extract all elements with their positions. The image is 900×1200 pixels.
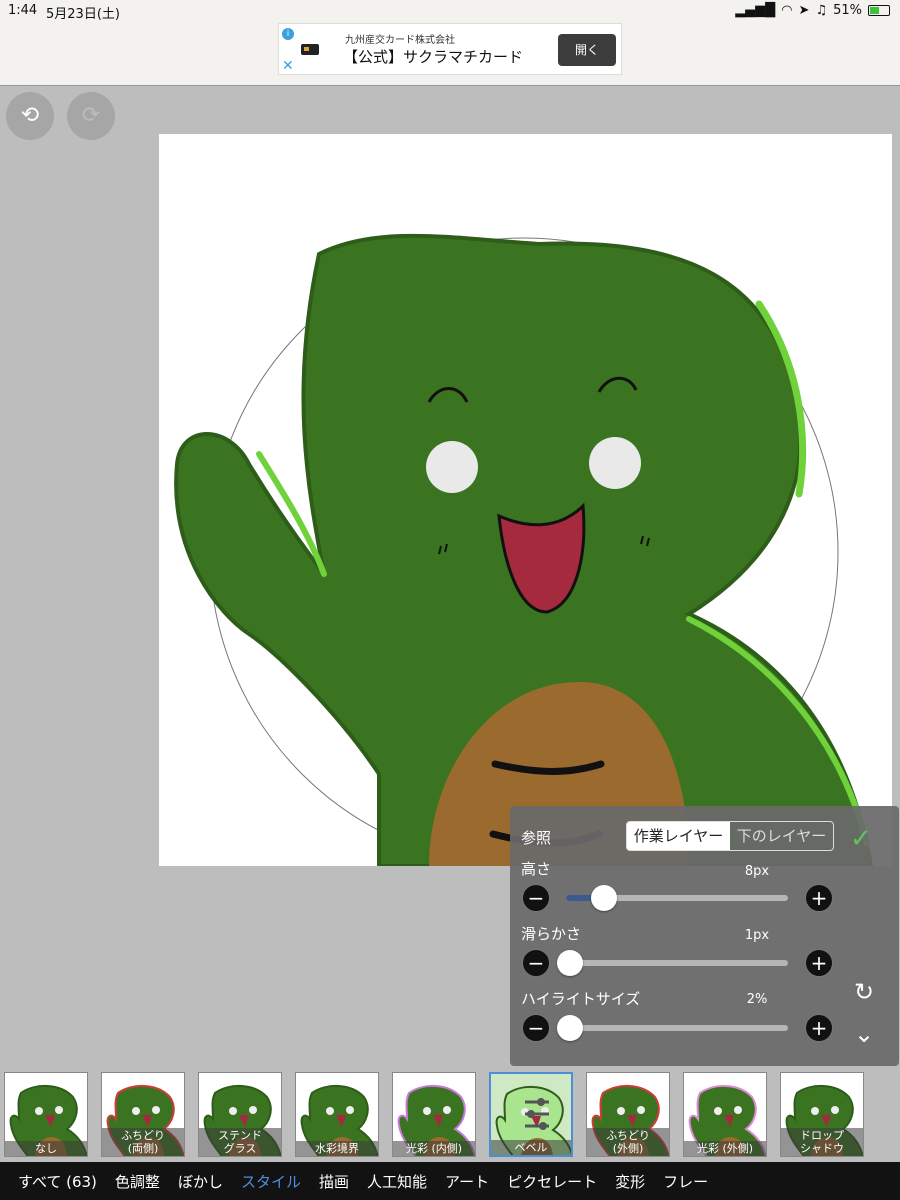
height-value: 8px: [744, 864, 770, 879]
effect-thumbnail[interactable]: ステンド グラス: [198, 1071, 282, 1157]
segment-working-layer[interactable]: 作業レイヤー: [627, 822, 730, 850]
reset-icon[interactable]: ↻: [854, 978, 874, 1006]
category-tab[interactable]: 描画: [301, 1171, 349, 1192]
height-slider[interactable]: [566, 885, 788, 911]
redo-button[interactable]: ⟳: [67, 92, 115, 140]
ad-close-icon[interactable]: ✕: [282, 58, 294, 74]
headphones-icon: ♫: [815, 3, 828, 18]
highlight-size-label: ハイライトサイズ: [521, 990, 641, 1008]
smoothness-value: 1px: [744, 928, 770, 943]
status-date: 5月23日(土): [46, 7, 120, 22]
category-tab[interactable]: 色調整: [97, 1171, 160, 1192]
category-tab[interactable]: 変形: [597, 1171, 645, 1192]
battery-icon: [868, 5, 890, 16]
effect-thumbnail[interactable]: ドロップ シャドウ: [780, 1071, 864, 1157]
effect-thumbnail[interactable]: なし: [4, 1071, 88, 1157]
ad-sponsor: 九州産交カード株式会社: [345, 35, 455, 46]
credit-card-icon: [301, 44, 319, 55]
status-time: 1:44: [8, 3, 38, 18]
segment-lower-layer[interactable]: 下のレイヤー: [730, 822, 833, 850]
smoothness-minus-button[interactable]: −: [522, 949, 550, 977]
ad-banner[interactable]: i ✕ 九州産交カード株式会社 【公式】サクラマチカード 開く: [278, 23, 622, 75]
effect-thumbnail-label: ステンド グラス: [199, 1127, 281, 1156]
effect-thumbnail-label: 光彩 (外側): [684, 1140, 766, 1156]
status-right: ▂▄▆█ ◠ ➤ ♫ 51%: [735, 3, 890, 18]
highlight-size-slider[interactable]: [557, 1015, 788, 1041]
effect-thumbnail-label: 水彩境界: [296, 1140, 378, 1156]
effect-thumbnail-label: なし: [5, 1140, 87, 1156]
undo-icon: ⟲: [20, 103, 40, 128]
height-plus-button[interactable]: +: [805, 884, 833, 912]
category-tab-bar: すべて (63) 色調整 ぼかし スタイル 描画 人工知能 アート ピクセレート 変形 フレー: [0, 1162, 900, 1200]
height-label: 高さ: [521, 860, 552, 878]
effect-thumbnail-label: ドロップ シャドウ: [781, 1127, 863, 1156]
effect-thumbnail[interactable]: 水彩境界: [295, 1071, 379, 1157]
category-tab[interactable]: フレー: [645, 1171, 708, 1192]
location-icon: ➤: [798, 3, 810, 18]
drawing-canvas[interactable]: ☀: [159, 134, 892, 866]
effect-thumbnail[interactable]: 光彩 (内側): [392, 1071, 476, 1157]
signal-icon: ▂▄▆█: [735, 3, 776, 18]
effect-thumbnail-label: ベベル: [491, 1139, 571, 1155]
ad-info-icon[interactable]: i: [282, 28, 294, 40]
effect-thumbnail-label: 光彩 (内側): [393, 1140, 475, 1156]
status-bar: 1:44 5月23日(土) ▂▄▆█ ◠ ➤ ♫ 51%: [0, 0, 900, 22]
confirm-check-icon[interactable]: ✓: [850, 824, 872, 854]
undo-button[interactable]: ⟲: [6, 92, 54, 140]
category-tab[interactable]: ピクセレート: [489, 1171, 597, 1192]
highlight-size-plus-button[interactable]: +: [805, 1014, 833, 1042]
highlight-size-slider-knob[interactable]: [557, 1015, 584, 1041]
ad-zone: i ✕ 九州産交カード株式会社 【公式】サクラマチカード 開く: [0, 22, 900, 86]
effect-thumbnail-strip: なし ふちどり (両側) ステンド グラス 水彩境界 光彩 (内側) ベベル ふちどり (外…: [0, 1066, 900, 1162]
smoothness-slider[interactable]: [557, 950, 788, 976]
height-minus-button[interactable]: −: [522, 884, 550, 912]
effect-thumbnail-label: ふちどり (外側): [587, 1127, 669, 1156]
category-tab[interactable]: スタイル: [223, 1171, 301, 1192]
effect-thumbnail[interactable]: ふちどり (両側): [101, 1071, 185, 1157]
bevel-settings-panel: 参照 作業レイヤー 下のレイヤー ✓ 高さ 8px − + 滑らかさ 1px −…: [510, 806, 899, 1066]
reference-label: 参照: [521, 829, 552, 847]
category-tab[interactable]: すべて (63): [0, 1171, 97, 1192]
category-tab[interactable]: ぼかし: [160, 1171, 223, 1192]
smoothness-label: 滑らかさ: [521, 925, 582, 943]
wifi-icon: ◠: [781, 3, 793, 18]
category-tab[interactable]: 人工知能: [349, 1171, 427, 1192]
effect-thumbnail[interactable]: 光彩 (外側): [683, 1071, 767, 1157]
redo-icon: ⟳: [81, 103, 101, 128]
smoothness-slider-knob[interactable]: [557, 950, 584, 976]
highlight-size-value: 2%: [746, 992, 768, 1007]
highlight-size-minus-button[interactable]: −: [522, 1014, 550, 1042]
ad-open-button[interactable]: 開く: [558, 34, 616, 66]
left-cheek: [426, 441, 478, 493]
effect-thumbnail-label: ふちどり (両側): [102, 1127, 184, 1156]
height-slider-knob[interactable]: [590, 885, 617, 911]
category-tab[interactable]: アート: [427, 1171, 489, 1192]
battery-percent: 51%: [833, 3, 862, 18]
smoothness-plus-button[interactable]: +: [805, 949, 833, 977]
character-illustration: [174, 233, 874, 866]
reference-segment-control[interactable]: 作業レイヤー 下のレイヤー: [626, 821, 834, 851]
effect-thumbnail[interactable]: ベベル: [489, 1071, 573, 1157]
ad-headline[interactable]: 【公式】サクラマチカード: [343, 46, 523, 67]
collapse-chevron-icon[interactable]: ⌄: [854, 1020, 874, 1048]
right-cheek: [589, 437, 641, 489]
effect-thumbnail[interactable]: ふちどり (外側): [586, 1071, 670, 1157]
